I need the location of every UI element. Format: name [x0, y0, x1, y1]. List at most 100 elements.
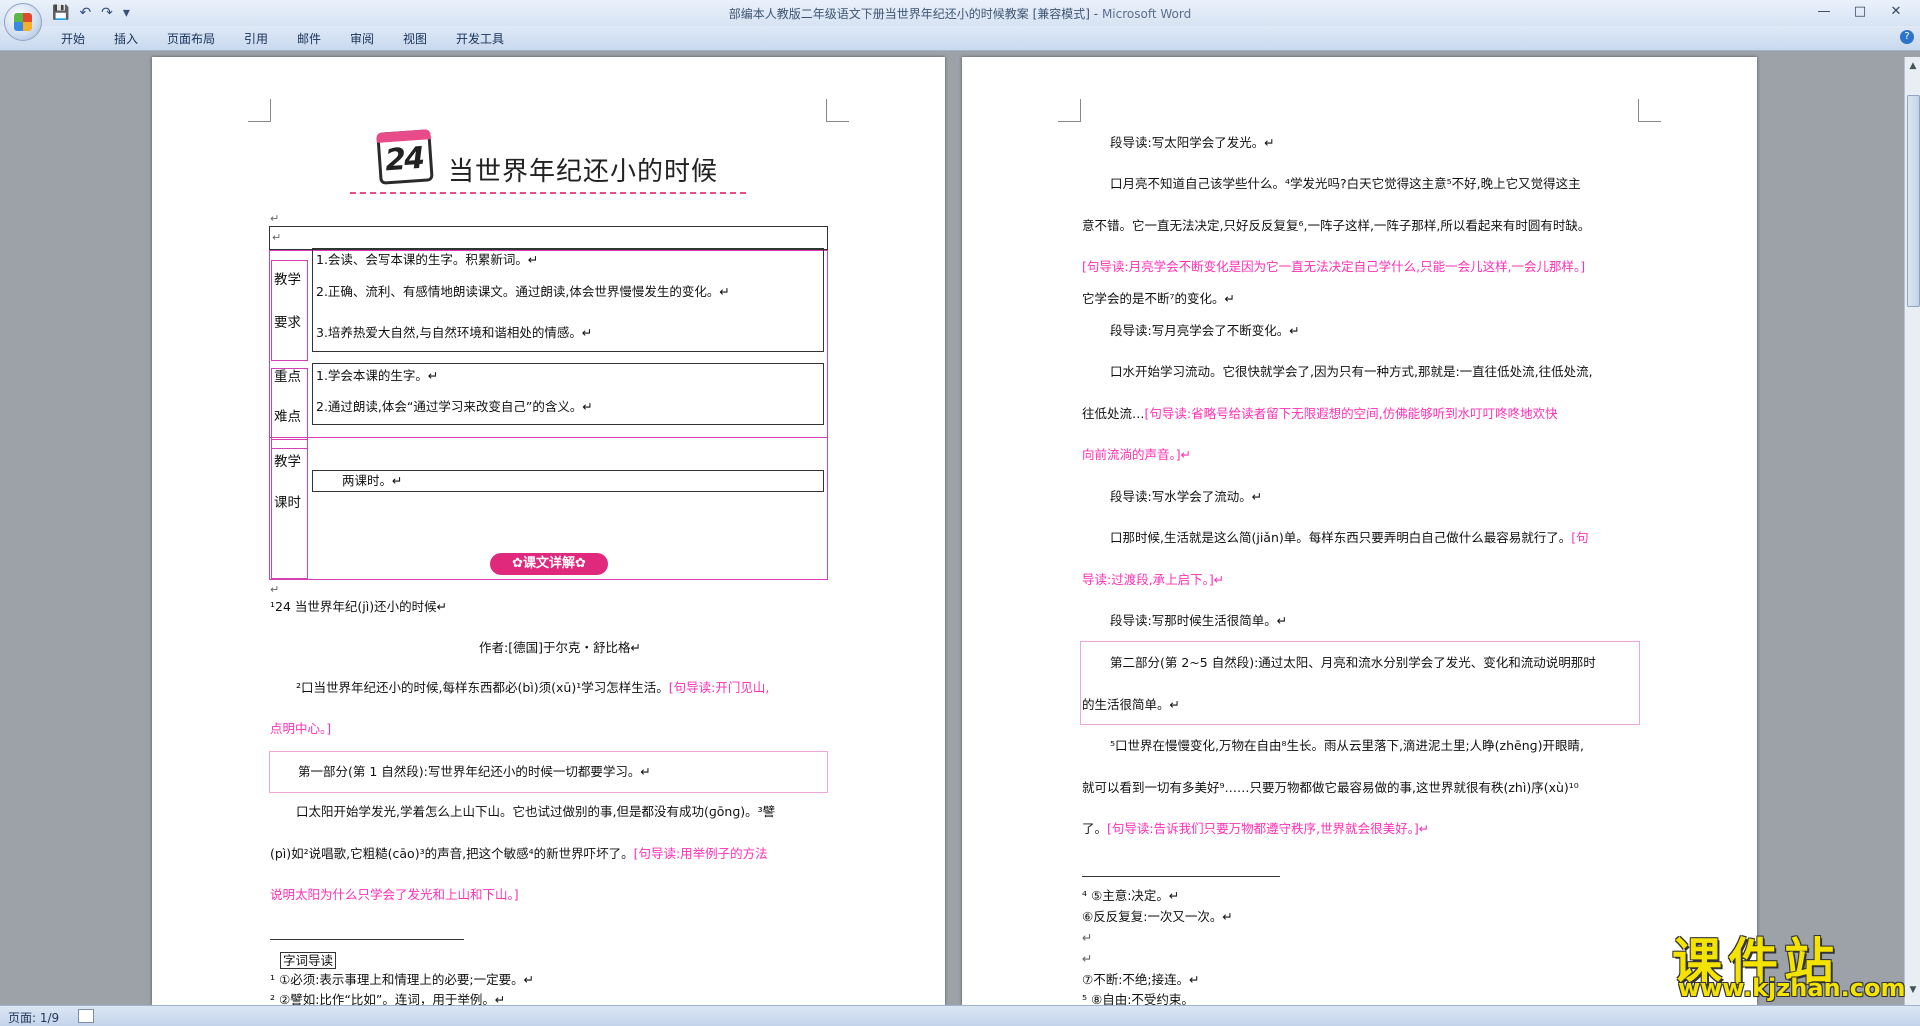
- scrollbar-thumb[interactable]: [1907, 95, 1920, 307]
- body-line: ⁵口世界在慢慢变化,万物在自由⁸生长。雨从云里落下,滴进泥土里;人睁(zhēnɡ…: [1110, 738, 1584, 753]
- guide-text: [句导读:月亮学会不断变化是因为它一直无法决定自己学什么,只能一会儿这样,一会儿…: [1082, 259, 1586, 274]
- paragraph-mark: ↵: [1082, 930, 1093, 945]
- window-controls: — □ ✕: [1806, 2, 1914, 22]
- author-line: 作者:[德国]于尔克・舒比格↵: [479, 640, 641, 655]
- guide-text: [句导读:用举例子的方法: [633, 846, 768, 861]
- body-line: 它学会的是不断⁷的变化。↵: [1082, 291, 1235, 306]
- body-line: ²口当世界年纪还小的时候,每样东西都必(bì)须(xū)¹学习怎样生活。[句导读…: [296, 679, 769, 697]
- body-line: (pì)如²说唱歌,它粗糙(cāo)³的声音,把这个敏感⁴的新世界吓坏了。[句导…: [270, 845, 768, 863]
- document-page-1[interactable]: 24 当世界年纪还小的时候 ↵ ↵ 教学 要求 1.会读、会写本课的生字。积累新…: [152, 57, 945, 1005]
- guide-text: [句: [1571, 530, 1589, 545]
- body-line: 口那时候,生活就是这么简(jiǎn)单。每样东西只要弄明白自己做什么最容易就行了…: [1110, 529, 1589, 547]
- requirement-item: 1.会读、会写本课的生字。积累新词。↵: [316, 252, 539, 267]
- section-summary: 的生活很简单。↵: [1082, 697, 1180, 712]
- body-line: 往低处流…[句导读:省略号给读者留下无限遐想的空间,仿佛能够听到水叮叮咚咚地欢快: [1082, 405, 1558, 423]
- watermark-url: www.kjzhan.com: [1678, 974, 1906, 1002]
- footnote-item: ⑥反反复复:一次又一次。↵: [1082, 909, 1233, 924]
- document-name: 部编本人教版二年级语文下册当世界年纪还小的时候教案 [兼容模式] -: [728, 7, 1099, 21]
- office-button[interactable]: [4, 3, 42, 41]
- crop-mark: [1638, 99, 1661, 122]
- lesson-number: 24: [384, 140, 425, 179]
- guide-text: 导读:过渡段,承上启下。]↵: [1082, 572, 1225, 587]
- tab-review[interactable]: 审阅: [350, 30, 374, 47]
- table-label: 要求: [274, 315, 301, 331]
- footnote-item: ¹ ①必须:表示事理上和情理上的必要;一定要。↵: [270, 972, 535, 987]
- footnote-item: ² ②譬如:比作“比如”。连词，用于举例。↵: [270, 992, 506, 1005]
- body-text: 往低处流…: [1082, 406, 1145, 421]
- minimize-button[interactable]: —: [1806, 2, 1842, 22]
- body-line: ¹24 当世界年纪(jì)还小的时候↵: [270, 599, 448, 614]
- section-summary: 第二部分(第 2~5 自然段):通过太阳、月亮和流水分别学会了发光、变化和流动说…: [1110, 655, 1596, 670]
- footnote-separator: [1082, 876, 1280, 877]
- body-text: ²口当世界年纪还小的时候,每样东西都必(bì)须(xū)¹学习怎样生活。: [296, 680, 669, 695]
- table-label: 重点: [274, 369, 301, 385]
- page-count[interactable]: 页面: 1/9: [8, 1009, 59, 1026]
- body-line: 口太阳开始学发光,学着怎么上山下山。它也试过做别的事,但是都没有成功(ɡōnɡ)…: [296, 804, 776, 819]
- ribbon-tab-bar: 开始 插入 页面布局 引用 邮件 审阅 视图 开发工具: [0, 26, 1920, 51]
- footnote-heading: 字词导读: [280, 952, 337, 970]
- app-name: Microsoft Word: [1101, 7, 1192, 21]
- tab-page-layout[interactable]: 页面布局: [167, 30, 215, 47]
- body-line: 了。[句导读:告诉我们只要万物都遵守秩序,世界就会很美好。]↵: [1082, 820, 1429, 838]
- body-line: 段导读:写那时候生活很简单。↵: [1110, 613, 1288, 628]
- key-point-item: 1.学会本课的生字。↵: [316, 368, 439, 383]
- crop-mark: [248, 99, 271, 122]
- scroll-up-arrow-icon[interactable]: ▲: [1905, 61, 1920, 71]
- footnote-item: ⁵ ⑧自由:不受约束。: [1082, 992, 1194, 1005]
- office-logo-icon: [14, 13, 32, 31]
- body-line: 口月亮不知道自己该学些什么。⁴学发光吗?白天它觉得这主意⁵不好,晚上它又觉得这主: [1110, 176, 1581, 191]
- tab-view[interactable]: 视图: [403, 30, 427, 47]
- guide-text: [句导读:开门见山,: [668, 680, 770, 695]
- tab-insert[interactable]: 插入: [114, 30, 138, 47]
- scroll-down-arrow-icon[interactable]: ▼: [1905, 985, 1920, 995]
- status-bar: 页面: 1/9: [0, 1005, 1920, 1026]
- table-divider: [269, 437, 828, 438]
- class-hours-value: 两课时。↵: [342, 473, 403, 488]
- footnote-item: ⁴ ⑤主意:决定。↵: [1082, 888, 1180, 903]
- body-line: 段导读:写水学会了流动。↵: [1110, 489, 1263, 504]
- body-line: 口水开始学习流动。它很快就学会了,因为只有一种方式,那就是:一直往低处流,往低处…: [1110, 364, 1593, 379]
- paragraph-mark: ↵: [1082, 951, 1093, 966]
- footnote-item: ⑦不断:不绝;接连。↵: [1082, 972, 1200, 987]
- guide-text: 向前流淌的声音。]↵: [1082, 447, 1192, 462]
- footnote-heading-label: 字词导读: [280, 952, 337, 969]
- key-point-item: 2.通过朗读,体会“通过学习来改变自己”的含义。↵: [316, 399, 593, 414]
- table-label: 课时: [274, 495, 301, 511]
- requirement-item: 3.培养热爱大自然,与自然环境和谐相处的情感。↵: [316, 325, 593, 340]
- crop-mark: [1058, 99, 1081, 122]
- body-text: (pì)如²说唱歌,它粗糙(cāo)³的声音,把这个敏感⁴的新世界吓坏了。: [270, 846, 634, 861]
- requirement-item: 2.正确、流利、有感情地朗读课文。通过朗读,体会世界慢慢发生的变化。↵: [316, 284, 730, 299]
- tab-developer[interactable]: 开发工具: [456, 30, 504, 47]
- paragraph-mark: ↵: [270, 583, 280, 596]
- table-header-row: ↵: [269, 226, 828, 250]
- guide-text: 点明中心。]: [270, 721, 332, 736]
- body-line: 意不错。它一直无法决定,只好反反复复⁶,一阵子这样,一阵子那样,所以看起来有时圆…: [1082, 218, 1591, 233]
- title-underline: [350, 192, 746, 194]
- body-line: 段导读:写太阳学会了发光。↵: [1110, 135, 1275, 150]
- footnote-separator: [270, 939, 464, 940]
- table-label: 教学: [274, 454, 301, 470]
- calendar-icon: 24: [376, 129, 434, 185]
- document-page-2[interactable]: 段导读:写太阳学会了发光。↵ 口月亮不知道自己该学些什么。⁴学发光吗?白天它觉得…: [962, 57, 1757, 1005]
- close-button[interactable]: ✕: [1878, 2, 1914, 22]
- text-explanation-badge: ✿课文详解✿: [490, 553, 608, 575]
- crop-mark: [826, 99, 849, 122]
- title-bar: 💾 ↶ ↷ ▾ 部编本人教版二年级语文下册当世界年纪还小的时候教案 [兼容模式]…: [0, 0, 1920, 26]
- body-text: 口那时候,生活就是这么简(jiǎn)单。每样东西只要弄明白自己做什么最容易就行了…: [1110, 530, 1572, 545]
- guide-text: 说明太阳为什么只学会了发光和上山和下山。]: [270, 887, 519, 902]
- guide-text: [句导读:省略号给读者留下无限遐想的空间,仿佛能够听到水叮叮咚咚地欢快: [1144, 406, 1558, 421]
- proofing-icon[interactable]: [78, 1009, 94, 1023]
- guide-text: [句导读:告诉我们只要万物都遵守秩序,世界就会很美好。]↵: [1107, 821, 1430, 836]
- tab-home[interactable]: 开始: [61, 30, 85, 47]
- window-title: 部编本人教版二年级语文下册当世界年纪还小的时候教案 [兼容模式] - Micro…: [0, 5, 1920, 22]
- body-line: 段导读:写月亮学会了不断变化。↵: [1110, 323, 1300, 338]
- body-line: 就可以看到一切有多美好⁹……只要万物都做它最容易做的事,这世界就很有秩(zhì)…: [1082, 780, 1579, 795]
- help-icon[interactable]: ?: [1900, 30, 1914, 44]
- tab-mailings[interactable]: 邮件: [297, 30, 321, 47]
- body-text: 了。: [1082, 821, 1108, 836]
- vertical-scrollbar[interactable]: ▲ ▼: [1904, 57, 1920, 1005]
- table-label: 难点: [274, 409, 301, 425]
- lesson-title: 当世界年纪还小的时候: [448, 157, 719, 187]
- maximize-button[interactable]: □: [1842, 2, 1878, 22]
- tab-references[interactable]: 引用: [244, 30, 268, 47]
